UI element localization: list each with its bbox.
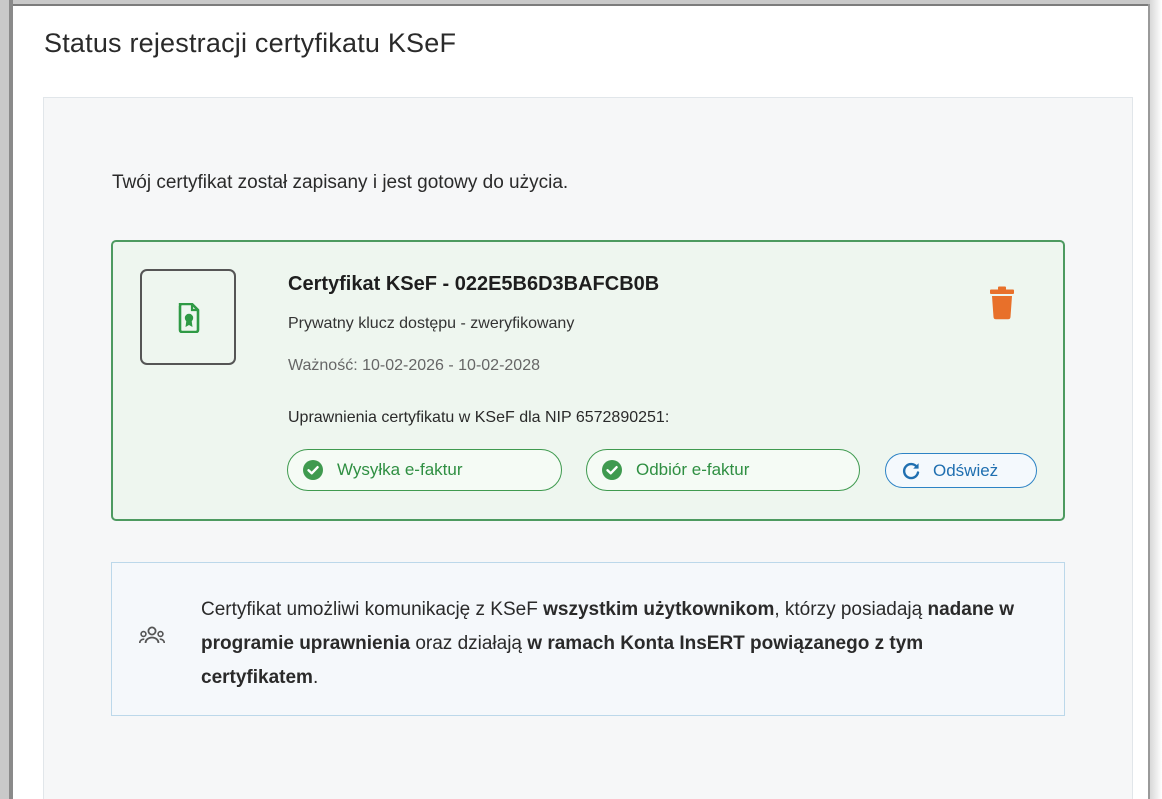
trash-icon [990,286,1014,320]
certificate-title: Certyfikat KSeF - 022E5B6D3BAFCB0B [288,273,660,295]
info-text-part: oraz działają [410,633,528,654]
info-text-bold: wszystkim użytkownikom [543,599,775,620]
private-key-status: Prywatny klucz dostępu - zweryfikowany [288,315,575,332]
delete-certificate-button[interactable] [989,286,1015,320]
info-text-part: Certyfikat umożliwi komunikację z KSeF [201,599,544,620]
refresh-label: Odśwież [933,460,999,480]
check-circle-icon [602,460,622,480]
check-circle-icon [303,460,323,480]
permission-send-invoices[interactable]: Wysyłka e-faktur [287,449,562,491]
permission-receive-invoices[interactable]: Odbiór e-faktur [586,449,860,491]
info-text: Certyfikat umożliwi komunikację z KSeF w… [201,593,1031,695]
window-frame-left-line [9,0,13,799]
window-frame-top-line [9,4,1149,6]
validity-period: Ważność: 10-02-2026 - 10-02-2028 [288,357,540,374]
status-message: Twój certyfikat został zapisany i jest g… [112,172,569,193]
window-frame-right-shadow [1150,0,1162,799]
permissions-label: Uprawnienia certyfikatu w KSeF dla NIP 6… [288,409,670,426]
permission-send-label: Wysyłka e-faktur [337,460,463,479]
page-title: Status rejestracji certyfikatu KSeF [44,28,457,58]
dialog-window: Status rejestracji certyfikatu KSeF Twój… [0,0,1162,799]
certificate-file-glyph [178,303,200,333]
users-glyph [139,626,165,644]
refresh-icon [903,462,920,479]
info-text-part: . [312,667,319,688]
refresh-button[interactable]: Odśwież [885,453,1037,488]
window-frame-left [0,0,9,799]
certificate-file-icon [140,269,236,365]
permission-receive-label: Odbiór e-faktur [636,460,750,479]
users-icon [139,626,165,651]
info-text-part: , którzy posiadają [774,599,928,620]
